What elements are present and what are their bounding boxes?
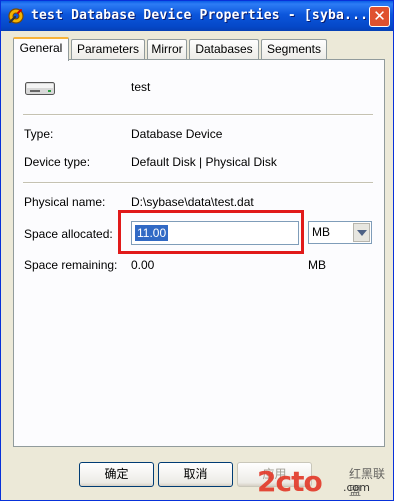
properties-dialog: test Database Device Properties - [syba.…: [0, 0, 394, 501]
space-remaining-value: 0.00: [131, 258, 155, 272]
watermark: 2cto 红黑联盟 .com: [257, 459, 393, 499]
watermark-logo: 2cto: [257, 465, 323, 498]
space-allocated-label: Space allocated:: [24, 227, 113, 241]
watermark-url: .com: [343, 481, 370, 494]
separator: [23, 182, 373, 184]
highlight-box: [118, 210, 304, 254]
ok-button[interactable]: 确定: [79, 462, 154, 487]
tab-parameters[interactable]: Parameters: [71, 39, 145, 60]
device-type-label: Device type:: [24, 155, 91, 169]
tab-label: Databases: [195, 42, 253, 56]
cancel-button[interactable]: 取消: [158, 462, 233, 487]
device-name: test: [131, 80, 151, 94]
wrench-gear-icon: [7, 7, 25, 25]
dropdown-button[interactable]: [353, 223, 370, 242]
tab-label: General: [19, 41, 63, 55]
disk-drive-icon: [25, 82, 55, 95]
physical-name-value: D:\sybase\data\test.dat: [131, 195, 254, 209]
physical-name-label: Physical name:: [24, 195, 106, 209]
device-type-value: Default Disk | Physical Disk: [131, 155, 277, 169]
tab-segments[interactable]: Segments: [261, 39, 327, 60]
tab-label: Parameters: [76, 42, 140, 56]
close-button[interactable]: ✕: [369, 6, 390, 27]
tab-mirror[interactable]: Mirror: [147, 39, 187, 60]
tab-label: Segments: [266, 42, 322, 56]
close-icon: ✕: [373, 7, 386, 25]
space-remaining-label: Space remaining:: [24, 258, 118, 272]
title-bar[interactable]: test Database Device Properties - [syba.…: [1, 1, 393, 31]
tab-databases[interactable]: Databases: [189, 39, 259, 60]
space-unit-value: MB: [312, 225, 330, 239]
space-remaining-unit: MB: [308, 258, 326, 272]
cancel-label: 取消: [183, 467, 208, 481]
type-value: Database Device: [131, 127, 223, 141]
window-title: test Database Device Properties - [syba.…: [31, 8, 369, 23]
type-label: Type:: [24, 127, 54, 141]
chevron-down-icon: [357, 230, 367, 236]
tab-general[interactable]: General: [13, 37, 69, 61]
separator: [23, 114, 373, 116]
tab-label: Mirror: [151, 42, 183, 56]
space-unit-select[interactable]: MB: [308, 221, 372, 244]
ok-label: 确定: [104, 467, 129, 481]
